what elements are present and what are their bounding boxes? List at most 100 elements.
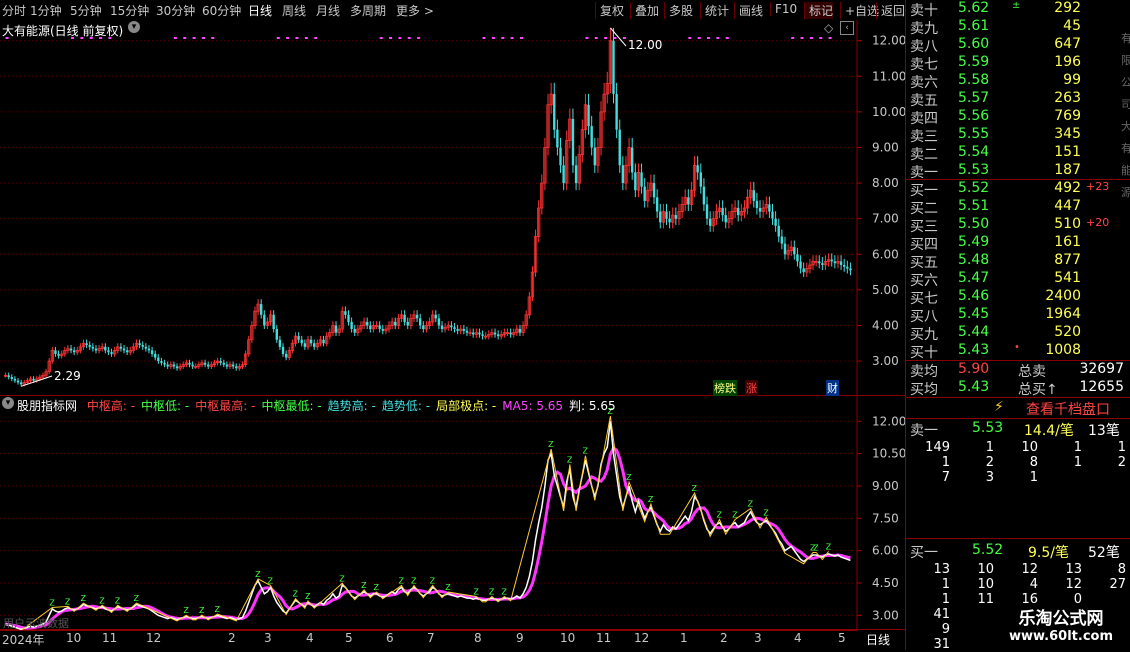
toolbar-right-1[interactable]: 叠加 bbox=[630, 2, 659, 19]
indicator-legend-item: 中枢高: - bbox=[86, 399, 136, 413]
candle-body bbox=[631, 147, 634, 173]
ask-level-row[interactable]: 卖十 5.62 292 ± bbox=[906, 0, 1130, 19]
bid-level-row[interactable]: 买五 5.48 877 bbox=[906, 252, 1130, 271]
ind-ytick-label: 3.00 bbox=[872, 608, 899, 622]
extreme-marker: Z bbox=[65, 597, 71, 606]
candle-body bbox=[16, 380, 20, 383]
toolbar-left-4[interactable]: 30分钟 bbox=[156, 2, 195, 19]
bid-level-row[interactable]: 买六 5.47 541 bbox=[906, 270, 1130, 289]
toolbar-left-7[interactable]: 周线 bbox=[282, 2, 306, 19]
toolbar-right-3[interactable]: 统计 bbox=[700, 2, 729, 19]
period-indicator[interactable]: 日线 bbox=[866, 631, 890, 648]
ask-level-row[interactable]: 卖六 5.58 99 bbox=[906, 72, 1130, 91]
toolbar-left-10[interactable]: 更多 > bbox=[396, 2, 434, 19]
tick-value: 13 bbox=[933, 562, 950, 577]
toolbar-right-8[interactable]: 返回 bbox=[876, 2, 905, 19]
signal-marker bbox=[828, 37, 832, 39]
candle-body bbox=[571, 119, 575, 166]
toolbar-left-5[interactable]: 60分钟 bbox=[202, 2, 241, 19]
candle-body bbox=[434, 314, 437, 319]
bid-volume: 447 bbox=[1054, 198, 1081, 214]
total-sell-volume: 32697 bbox=[1079, 361, 1124, 377]
bid-level-row[interactable]: 买四 5.49 161 bbox=[906, 234, 1130, 253]
candle-body bbox=[562, 165, 565, 184]
chevron-down-icon[interactable]: ▾ bbox=[128, 21, 140, 33]
ask-level-row[interactable]: 卖八 5.60 647 bbox=[906, 36, 1130, 55]
ask-level-row[interactable]: 卖四 5.56 769 bbox=[906, 108, 1130, 127]
avg-buy-row[interactable]: 买均 5.43 总买↑ 12655 bbox=[906, 379, 1130, 398]
bid-level-row[interactable]: 买一 5.52 492 +23 bbox=[906, 180, 1130, 199]
signal-marker bbox=[173, 37, 177, 39]
toolbar-left-8[interactable]: 月线 bbox=[316, 2, 340, 19]
toolbar-left-1[interactable]: 1分钟 bbox=[30, 2, 62, 19]
toolbar-right-0[interactable]: 复权 bbox=[595, 2, 624, 19]
bid-level-row[interactable]: 买十 5.43 1008 • bbox=[906, 342, 1130, 361]
indicator-menu-icon[interactable]: ▾ bbox=[2, 397, 14, 409]
ask-level-row[interactable]: 卖七 5.59 196 bbox=[906, 54, 1130, 73]
toolbar-right-5[interactable]: F10 bbox=[770, 2, 797, 16]
sell1-tick-row: 149 1 10 1 1 bbox=[906, 440, 1130, 455]
ask-level-row[interactable]: 卖二 5.54 151 bbox=[906, 144, 1130, 163]
candle-body bbox=[593, 147, 596, 166]
bid-level-row[interactable]: 买八 5.45 1964 bbox=[906, 306, 1130, 325]
extreme-marker: Z bbox=[717, 510, 723, 519]
ask-price: 5.56 bbox=[958, 108, 990, 124]
candle-body bbox=[699, 172, 702, 187]
x-axis-label: 9 bbox=[516, 631, 524, 645]
candle-body bbox=[141, 345, 144, 347]
badge-bangdie[interactable]: 榜跌 bbox=[713, 380, 737, 396]
buy1-divider bbox=[906, 538, 1130, 539]
bid-level-row[interactable]: 买三 5.50 510 +20 bbox=[906, 216, 1130, 235]
extreme-marker: Z bbox=[134, 594, 140, 603]
ask-level-row[interactable]: 卖三 5.55 345 bbox=[906, 126, 1130, 145]
toolbar-right-6[interactable]: 标记 bbox=[804, 2, 834, 19]
bid-level-row[interactable]: 买九 5.44 520 bbox=[906, 324, 1130, 343]
bid-price: 5.52 bbox=[958, 180, 990, 196]
candle-body bbox=[774, 218, 777, 226]
badge-zhang[interactable]: 涨 bbox=[745, 380, 758, 396]
candle-body bbox=[353, 329, 356, 333]
ask-level-row[interactable]: 卖九 5.61 45 bbox=[906, 18, 1130, 37]
toolbar-left-2[interactable]: 5分钟 bbox=[70, 2, 102, 19]
main-ytick-label: 5.00 bbox=[872, 283, 899, 297]
sell1-summary-row[interactable]: 卖一 5.53 14.4/笔 13笔 bbox=[906, 420, 1130, 439]
bid-level-row[interactable]: 买二 5.51 447 bbox=[906, 198, 1130, 217]
main-kline-chart[interactable]: 12.00 11.00 10.00 9.00 8.00 7.00 6.00 5.00 4.00 3… bbox=[0, 20, 905, 396]
candle-body bbox=[175, 366, 179, 369]
toolbar-left-6[interactable]: 日线 bbox=[248, 2, 272, 19]
buy1-count: 52笔 bbox=[1088, 545, 1120, 561]
candle-body bbox=[157, 357, 160, 362]
extreme-marker: Z bbox=[648, 495, 654, 504]
bid-volume: 492 bbox=[1054, 180, 1081, 196]
signal-marker bbox=[585, 37, 589, 39]
candle-body bbox=[708, 218, 712, 226]
min-price-label: 2.29 bbox=[54, 369, 81, 383]
indicator-chart[interactable]: 12.0010.509.007.506.004.503.00Z Z Z Z Z ZZ Z ZZ… bbox=[0, 396, 905, 630]
candle-body bbox=[618, 129, 621, 166]
ask-level-row[interactable]: 卖五 5.57 263 bbox=[906, 90, 1130, 109]
avg-sell-row[interactable]: 卖均 5.90 总卖 32697 bbox=[906, 361, 1130, 380]
bid-level-row[interactable]: 买七 5.46 2400 bbox=[906, 288, 1130, 307]
candle-body bbox=[303, 343, 307, 347]
toolbar-left-9[interactable]: 多周期 bbox=[350, 2, 386, 19]
toolbar-left-3[interactable]: 15分钟 bbox=[110, 2, 149, 19]
candle-body bbox=[440, 325, 444, 330]
ask-level-row[interactable]: 卖一 5.53 187 bbox=[906, 162, 1130, 181]
extreme-marker: Z bbox=[361, 581, 367, 590]
toolbar-right-2[interactable]: 多股 bbox=[664, 2, 693, 19]
main-ytick-label: 6.00 bbox=[872, 247, 899, 261]
qiandang-button[interactable]: ⚡ 查看千档盘口 bbox=[906, 399, 1130, 418]
diamond-icon[interactable]: ◇ bbox=[824, 21, 833, 35]
toolbar-left-0[interactable]: 分时 bbox=[2, 2, 26, 19]
toolbar-right-7[interactable]: +自选 bbox=[840, 2, 879, 19]
buy1-tick-row: 13 10 12 13 8 bbox=[906, 562, 1130, 577]
candle-body bbox=[833, 261, 837, 264]
bid-level-label: 买八 bbox=[910, 309, 938, 325]
tick-value: 1 bbox=[1029, 470, 1038, 485]
extreme-marker: Z bbox=[99, 596, 105, 605]
badge-cai[interactable]: 财 bbox=[826, 380, 839, 396]
bid-price: 5.51 bbox=[958, 198, 990, 214]
toolbar-right-4[interactable]: 画线 bbox=[734, 2, 763, 19]
buy1-summary-row[interactable]: 买一 5.52 9.5/笔 52笔 bbox=[906, 542, 1130, 561]
collapse-icon[interactable]: ‹ bbox=[840, 21, 854, 35]
